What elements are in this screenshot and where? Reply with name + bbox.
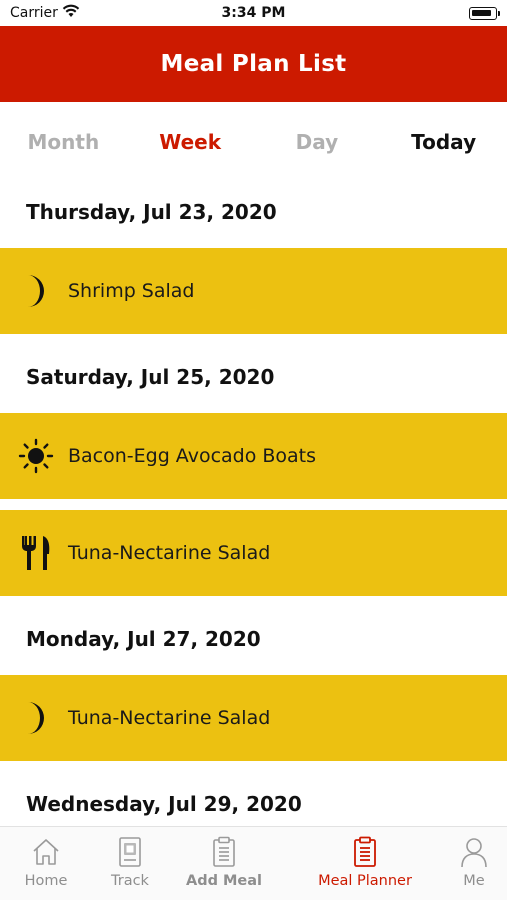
segment-month[interactable]: Month [0, 112, 127, 172]
tab-label: Track [111, 873, 149, 889]
add-meal-icon [207, 835, 241, 869]
track-icon [113, 835, 147, 869]
segment-day[interactable]: Day [254, 112, 381, 172]
date-header: Thursday, Jul 23, 2020 [26, 200, 277, 224]
moon-icon [18, 271, 54, 311]
meal-name: Tuna-Nectarine Salad [68, 542, 271, 564]
fork-knife-icon [18, 533, 54, 573]
status-bar: Carrier 3:34 PM [0, 0, 507, 26]
tab-home[interactable]: Home [8, 827, 84, 900]
person-icon [457, 835, 491, 869]
sun-icon [18, 436, 54, 476]
tab-label: Home [24, 873, 68, 889]
meal-row[interactable]: Tuna-Nectarine Salad [0, 675, 507, 761]
home-icon [29, 835, 63, 869]
tab-me[interactable]: Me [440, 827, 507, 900]
date-header: Wednesday, Jul 29, 2020 [26, 792, 302, 816]
nav-bar: Meal Plan List [0, 26, 507, 102]
tab-label: Add Meal [185, 873, 263, 889]
tab-track[interactable]: Track [92, 827, 168, 900]
page-title: Meal Plan List [160, 51, 347, 77]
meal-name: Shrimp Salad [68, 280, 195, 302]
segment-today[interactable]: Today [380, 112, 507, 172]
segment-week[interactable]: Week [127, 112, 254, 172]
meal-name: Tuna-Nectarine Salad [68, 707, 271, 729]
status-time: 3:34 PM [221, 5, 286, 21]
meal-name: Bacon-Egg Avocado Boats [68, 445, 317, 467]
moon-icon [18, 698, 54, 738]
meal-row[interactable]: Bacon-Egg Avocado Boats [0, 413, 507, 499]
date-header: Monday, Jul 27, 2020 [26, 627, 261, 651]
tab-bar: Home Track Add Meal Meal Planner Me [0, 826, 507, 900]
tab-add-meal[interactable]: Add Meal [182, 827, 266, 900]
period-segmented-control: Month Week Day Today [0, 112, 507, 172]
tab-label: Me [463, 873, 485, 889]
meal-planner-icon [348, 835, 382, 869]
tab-meal-planner[interactable]: Meal Planner [306, 827, 424, 900]
meal-row[interactable]: Tuna-Nectarine Salad [0, 510, 507, 596]
battery-icon [469, 7, 500, 20]
tab-label: Meal Planner [318, 873, 412, 889]
meal-row[interactable]: Shrimp Salad [0, 248, 507, 334]
date-header: Saturday, Jul 25, 2020 [26, 365, 275, 389]
